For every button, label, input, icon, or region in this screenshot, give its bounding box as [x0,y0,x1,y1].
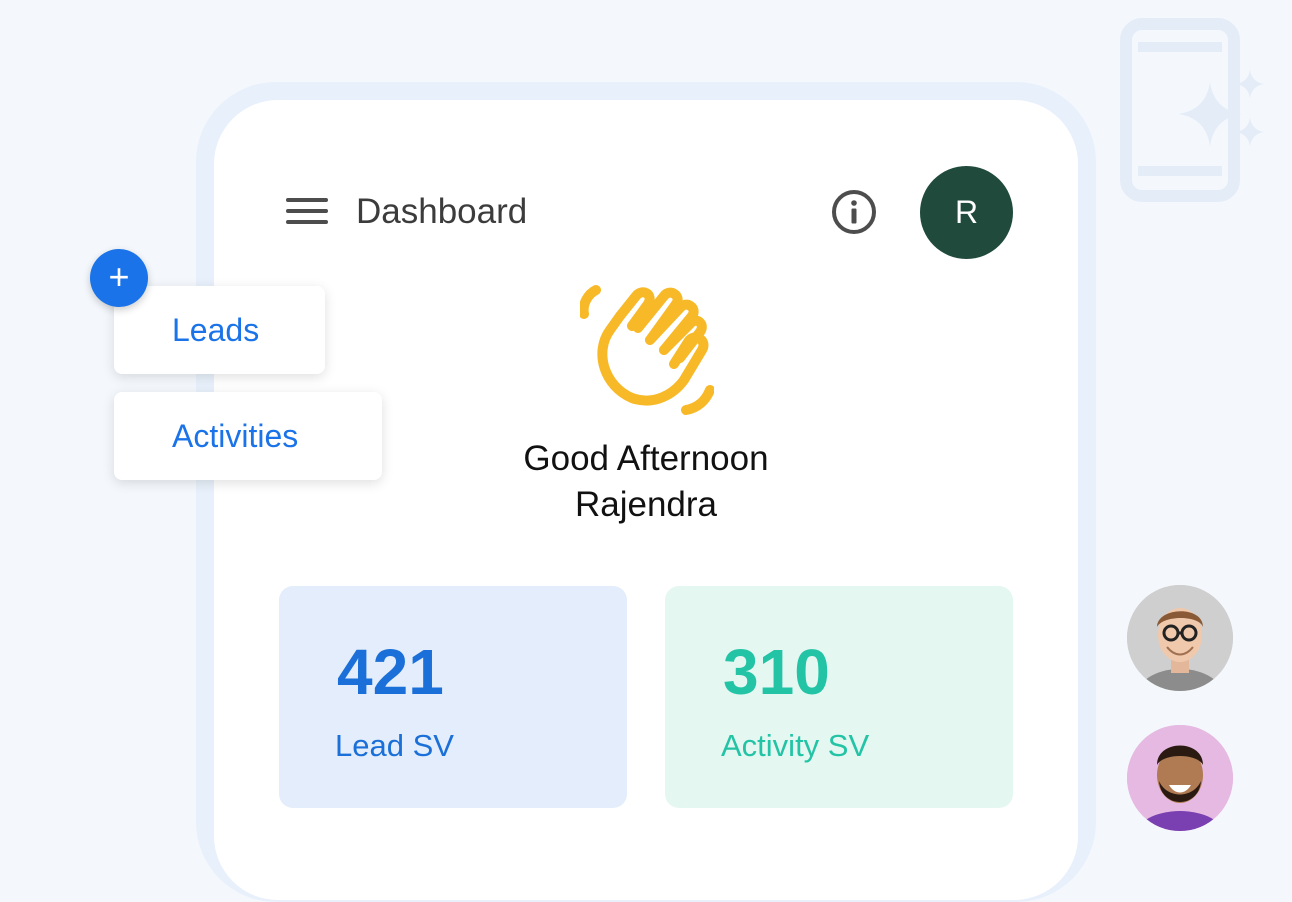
plus-icon: + [108,256,130,297]
waving-hand-icon [580,285,714,415]
user-name: Rajendra [574,485,718,524]
activity-sv-label: Activity SV [721,728,870,763]
lead-sv-card[interactable]: 421 Lead SV [279,586,627,808]
page-title: Dashboard [356,192,528,231]
greeting-message: Good Afternoon Rajendra [446,436,846,528]
activity-sv-card[interactable]: 310 Activity SV [665,586,1013,808]
lead-sv-label: Lead SV [335,728,454,763]
hamburger-menu-icon[interactable] [286,196,328,228]
add-button[interactable]: + [90,249,148,307]
user-avatar[interactable]: R [920,166,1013,259]
activity-sv-value: 310 [723,636,830,708]
app-header: Dashboard [286,186,1026,238]
avatar [1127,725,1233,831]
leads-action[interactable]: Leads [114,286,325,374]
phone-sparkle-icon [1120,18,1264,202]
lead-sv-value: 421 [337,636,444,708]
info-icon[interactable] [831,189,877,235]
greeting-line: Good Afternoon [523,439,769,478]
avatar [1127,585,1233,691]
activities-action[interactable]: Activities [114,392,382,480]
